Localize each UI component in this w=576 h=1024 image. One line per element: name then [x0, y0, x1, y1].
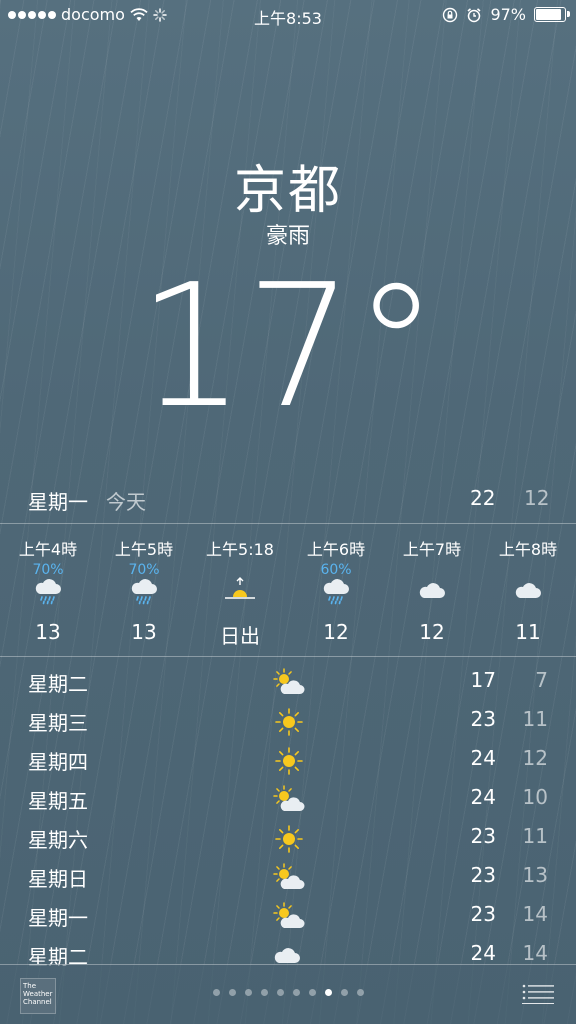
daily-low: 10	[522, 785, 548, 809]
hourly-time: 上午7時	[402, 540, 462, 559]
page-dot[interactable]	[292, 989, 300, 996]
hourly-time: 上午8時	[498, 540, 558, 559]
page-dot[interactable]	[260, 989, 268, 996]
daily-high: 17	[470, 668, 496, 692]
daily-day: 星期一	[28, 906, 88, 930]
status-right: 97%	[442, 5, 570, 24]
daily-high: 24	[470, 941, 496, 965]
daily-row: 星期二 17 7	[0, 664, 576, 703]
daily-day: 星期四	[28, 750, 88, 774]
hourly-forecast[interactable]: 上午4時 70% 13 上午5時 70% 13 上午5:18 日出 上午6時 60% 12 上午7時 1…	[0, 524, 576, 656]
rain-cloud-icon	[129, 576, 159, 606]
daily-low: 13	[522, 863, 548, 887]
page-dot[interactable]	[308, 989, 316, 996]
hourly-temp: 日出	[220, 624, 260, 648]
hourly-temp: 13	[35, 620, 61, 644]
daily-row: 星期一 23 14	[0, 898, 576, 937]
today-high: 22	[470, 486, 496, 510]
page-indicator[interactable]	[0, 989, 576, 996]
daily-row: 星期六 23 11	[0, 820, 576, 859]
rain-cloud-icon	[321, 576, 351, 606]
status-bar: docomo 上午8:53 97%	[0, 0, 576, 32]
hourly-time: 上午4時	[18, 540, 78, 559]
daily-row: 星期四 24 12	[0, 742, 576, 781]
partly-cloudy-icon	[272, 902, 306, 932]
hourly-temp: 12	[323, 620, 349, 644]
daily-high: 23	[470, 824, 496, 848]
partly-cloudy-icon	[272, 785, 306, 815]
sun-icon	[272, 824, 306, 854]
daily-high: 23	[470, 863, 496, 887]
hourly-temp: 13	[131, 620, 157, 644]
battery-percent: 97%	[490, 5, 526, 24]
today-day: 星期一	[28, 490, 88, 514]
battery-icon	[534, 7, 570, 22]
current-temperature: 17°	[137, 248, 439, 446]
sunrise-icon	[225, 576, 255, 606]
daily-high: 23	[470, 707, 496, 731]
sun-icon	[272, 746, 306, 776]
daily-day: 星期二	[28, 672, 88, 696]
page-dot[interactable]	[356, 989, 364, 996]
hourly-temp: 12	[419, 620, 445, 644]
daily-low: 11	[522, 707, 548, 731]
daily-day: 星期三	[28, 711, 88, 735]
page-dot[interactable]	[324, 989, 332, 996]
daily-day: 星期五	[28, 789, 88, 813]
daily-low: 11	[522, 824, 548, 848]
orientation-lock-icon	[443, 7, 458, 22]
sun-icon	[272, 707, 306, 737]
alarm-icon	[467, 7, 481, 22]
page-dot[interactable]	[244, 989, 252, 996]
divider-bottom	[0, 656, 576, 657]
page-dot[interactable]	[276, 989, 284, 996]
daily-low: 12	[522, 746, 548, 770]
page-dot[interactable]	[340, 989, 348, 996]
today-summary: 星期一 今天 22 12	[0, 484, 576, 514]
city-name: 京都	[233, 161, 342, 221]
daily-day: 星期六	[28, 828, 88, 852]
daily-high: 24	[470, 746, 496, 770]
daily-high: 23	[470, 902, 496, 926]
cloud-icon	[513, 576, 543, 606]
today-low: 12	[524, 486, 550, 510]
daily-low: 7	[535, 668, 548, 692]
today-label: 今天	[106, 490, 146, 514]
hourly-time: 上午5時	[114, 540, 174, 559]
partly-cloudy-icon	[272, 668, 306, 698]
hourly-temp: 11	[515, 620, 541, 644]
hourly-time: 上午6時	[306, 540, 366, 559]
daily-row: 星期日 23 13	[0, 859, 576, 898]
daily-low: 14	[522, 902, 548, 926]
bottom-toolbar: The Weather Channel	[0, 964, 576, 1024]
daily-row: 星期三 23 11	[0, 703, 576, 742]
daily-row: 星期五 24 10	[0, 781, 576, 820]
partly-cloudy-icon	[272, 863, 306, 893]
page-dot[interactable]	[228, 989, 236, 996]
daily-high: 24	[470, 785, 496, 809]
cloud-icon	[417, 576, 447, 606]
page-dot[interactable]	[212, 989, 220, 996]
daily-low: 14	[522, 941, 548, 965]
daily-day: 星期日	[28, 867, 88, 891]
list-icon[interactable]	[522, 984, 554, 1004]
weather-channel-logo[interactable]: The Weather Channel	[20, 978, 56, 1014]
hourly-time: 上午5:18	[206, 540, 274, 559]
rain-cloud-icon	[33, 576, 63, 606]
weather-condition: 豪雨	[265, 224, 310, 249]
toolbar-divider	[0, 964, 576, 965]
